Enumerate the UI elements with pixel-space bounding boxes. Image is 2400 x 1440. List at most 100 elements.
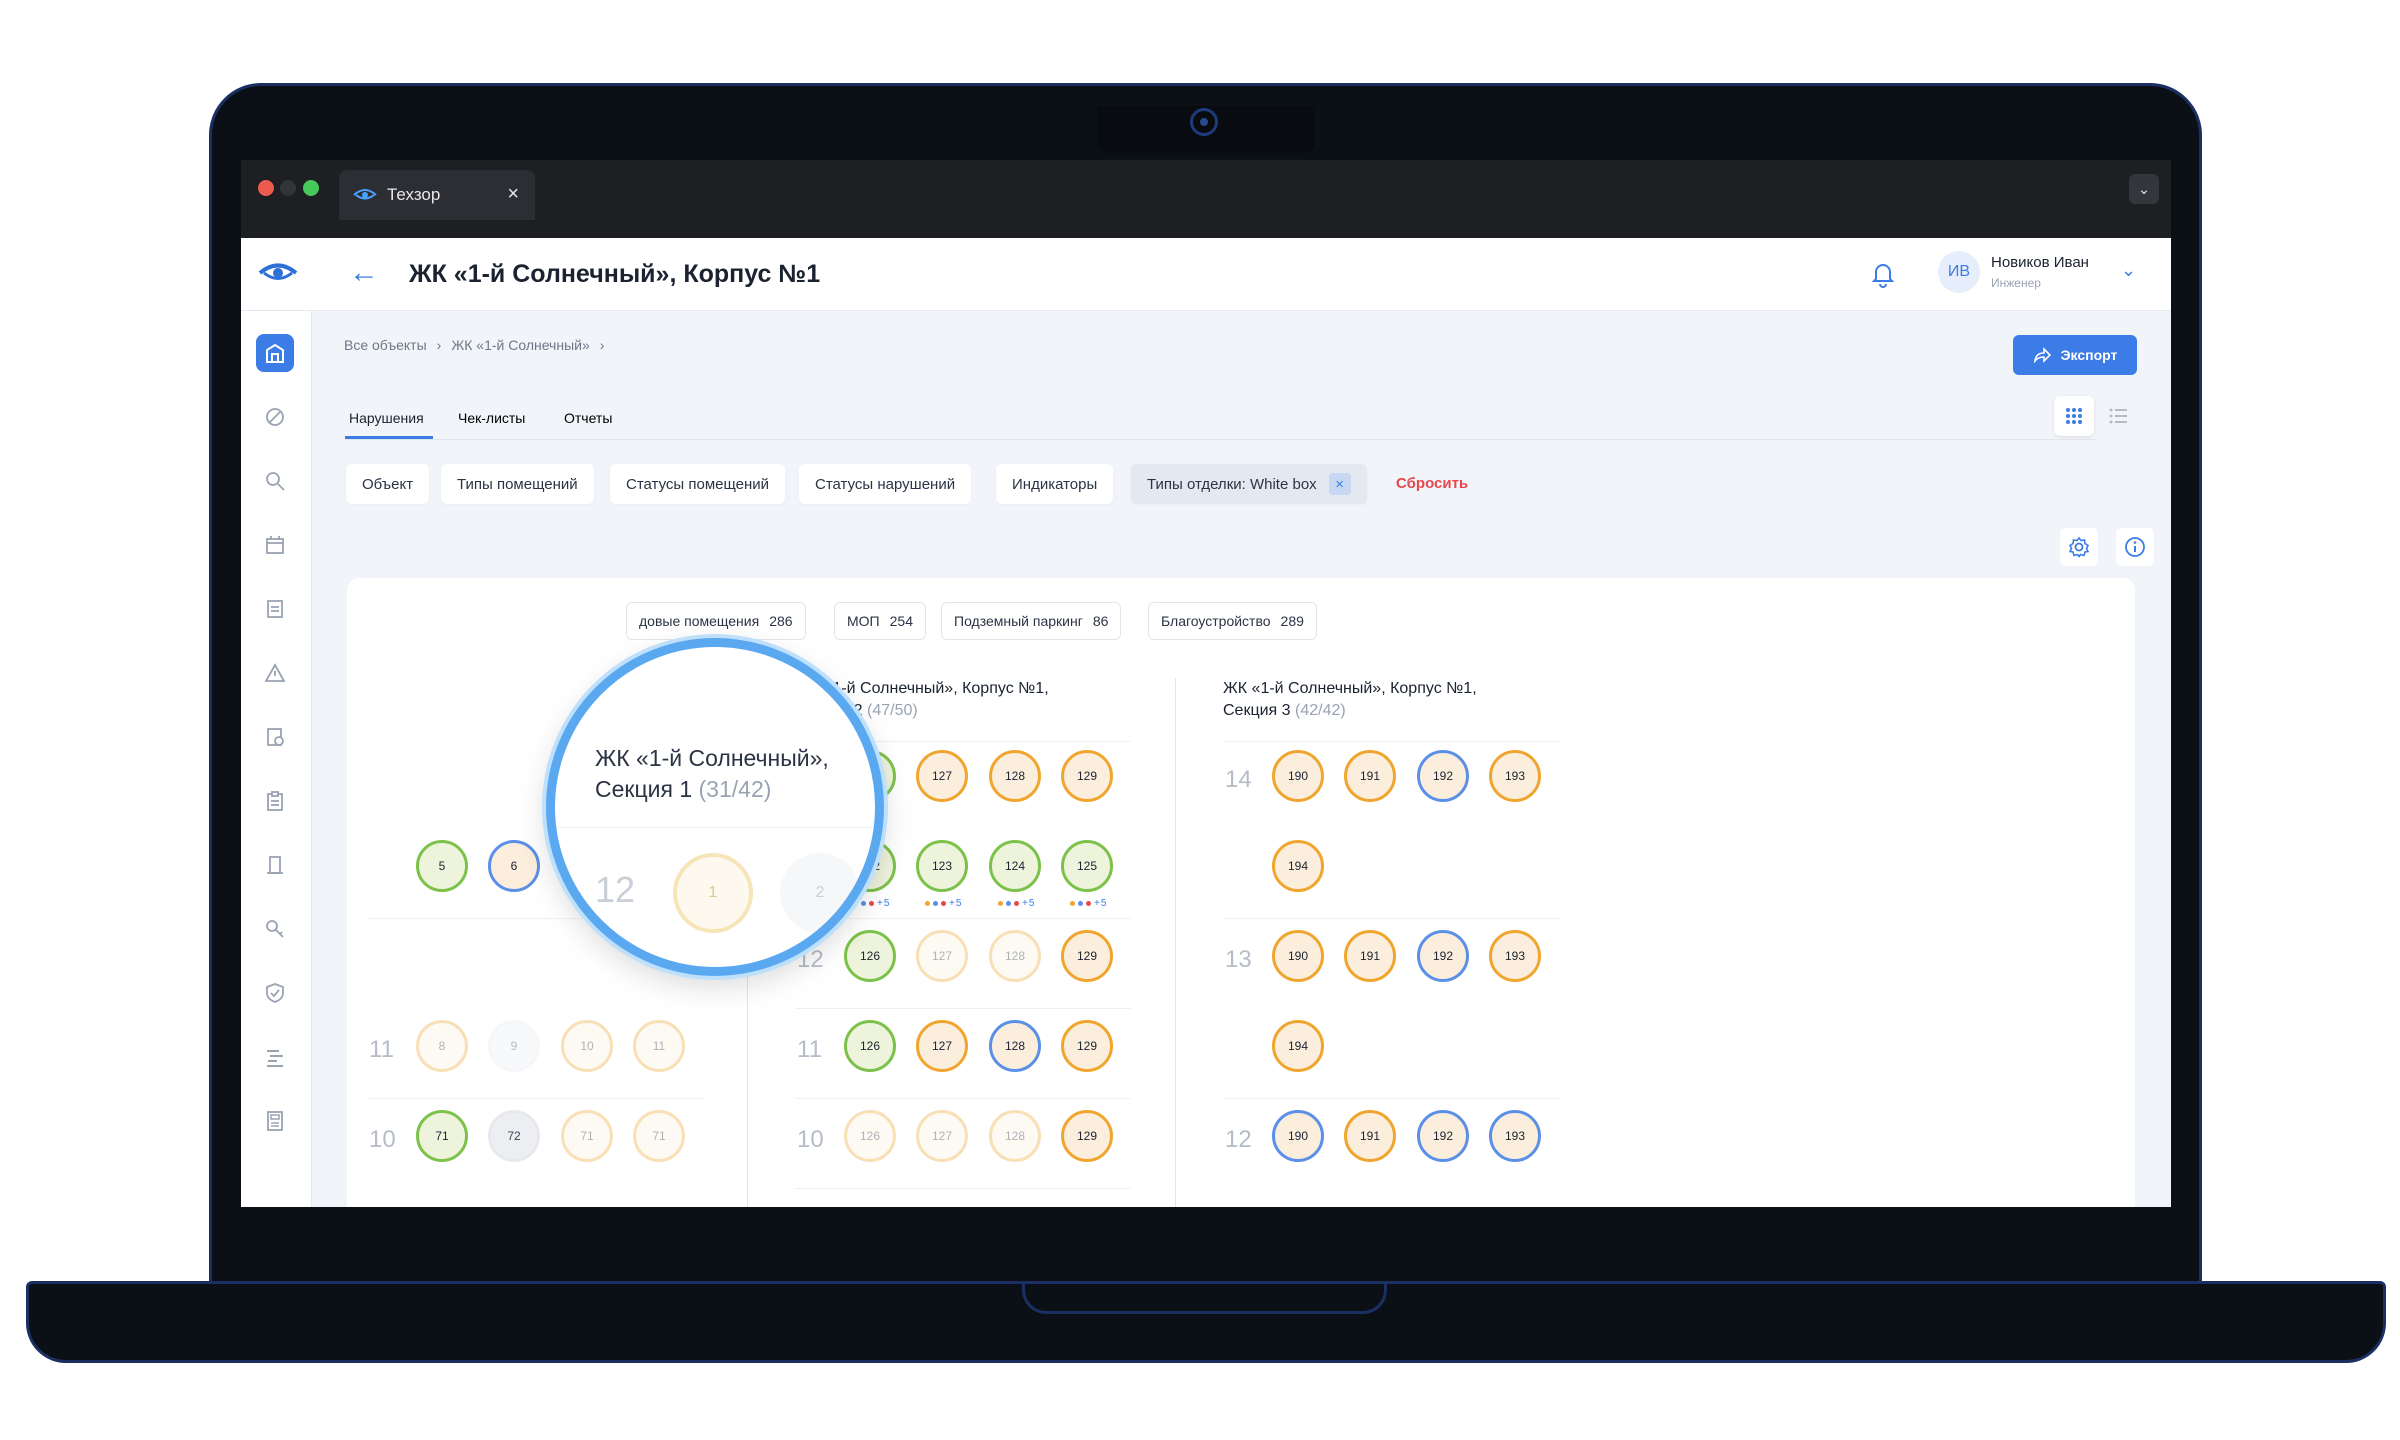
browser-tab[interactable]: Техзор × [339, 170, 535, 220]
magnified-unit-cell[interactable]: 2 [780, 853, 860, 933]
gantt-icon [267, 1050, 283, 1067]
unit-cell[interactable]: 126 [844, 930, 896, 982]
close-icon[interactable]: × [507, 183, 519, 206]
unit-cell[interactable]: 71 [416, 1110, 468, 1162]
list-view-button[interactable] [2098, 396, 2138, 436]
unit-cell[interactable]: 193 [1489, 1110, 1541, 1162]
unit-cell[interactable]: 128 [989, 930, 1041, 982]
unit-cell[interactable]: 126 [844, 1110, 896, 1162]
sidebar-item-door[interactable] [256, 846, 294, 884]
category-label: Благоустройство [1161, 613, 1271, 629]
category-landscaping[interactable]: Благоустройство 289 [1148, 602, 1317, 640]
filter-room-statuses[interactable]: Статусы помещений [610, 464, 786, 504]
unit-cell[interactable]: 129 [1061, 1020, 1113, 1072]
unit-cell[interactable]: 6 [488, 840, 540, 892]
sidebar-item-buildings[interactable] [256, 334, 294, 372]
eye-logo-icon[interactable] [258, 262, 298, 284]
sidebar-item-blocked[interactable] [256, 398, 294, 436]
chevron-down-icon[interactable]: ⌄ [2121, 260, 2136, 281]
reset-filters-link[interactable]: Сбросить [1396, 475, 1468, 492]
bell-icon[interactable] [1870, 260, 1896, 288]
document-icon [267, 600, 283, 618]
unit-cell[interactable]: 192 [1417, 1110, 1469, 1162]
sidebar-item-clipboard[interactable] [256, 782, 294, 820]
sidebar-item-gantt[interactable] [256, 1038, 294, 1076]
unit-cell[interactable]: 127 [916, 1110, 968, 1162]
unit-cell[interactable]: 11 [633, 1020, 685, 1072]
tab-checklists[interactable]: Чек-листы [458, 410, 525, 426]
magnified-unit-cell[interactable]: 1 [673, 853, 753, 933]
unit-cell[interactable]: 124 [989, 840, 1041, 892]
unit-cell[interactable]: 190 [1272, 1110, 1324, 1162]
sidebar-item-documents[interactable] [256, 590, 294, 628]
sidebar-item-security[interactable] [256, 974, 294, 1012]
filter-object[interactable]: Объект [346, 464, 430, 504]
row-divider [795, 1008, 1131, 1009]
sidebar-item-warnings[interactable] [256, 654, 294, 692]
category-label: МОП [847, 613, 880, 629]
unit-cell[interactable]: 191 [1344, 1110, 1396, 1162]
unit-cell[interactable]: 5 [416, 840, 468, 892]
filter-finish-types[interactable]: Типы отделки: White box × [1131, 464, 1367, 504]
unit-cell[interactable]: 129 [1061, 1110, 1113, 1162]
filter-indicators[interactable]: Индикаторы [996, 464, 1114, 504]
user-name[interactable]: Новиков Иван [1991, 254, 2089, 271]
avatar[interactable]: ИВ [1938, 251, 1980, 293]
magnifier-lens: ЖК «1-й Солнечный», Секция 1 (31/42) 12 … [546, 638, 884, 976]
unit-cell[interactable]: 8 [416, 1020, 468, 1072]
category-common-areas[interactable]: МОП 254 [834, 602, 926, 640]
unit-cell[interactable]: 72 [488, 1110, 540, 1162]
maximize-window-dot[interactable] [303, 180, 319, 196]
unit-cell[interactable]: 192 [1417, 930, 1469, 982]
sidebar-item-checklist[interactable] [256, 718, 294, 756]
unit-cell[interactable]: 125 [1061, 840, 1113, 892]
minimize-window-dot[interactable] [280, 180, 296, 196]
info-button[interactable] [2116, 528, 2154, 566]
remove-filter-icon[interactable]: × [1328, 473, 1351, 495]
unit-cell[interactable]: 9 [488, 1020, 540, 1072]
unit-cell[interactable]: 128 [989, 1110, 1041, 1162]
sidebar-item-calculator[interactable] [256, 1102, 294, 1140]
unit-cell[interactable]: 71 [633, 1110, 685, 1162]
eye-logo-icon [353, 189, 377, 200]
unit-cell[interactable]: 127 [916, 930, 968, 982]
tab-violations[interactable]: Нарушения [349, 410, 424, 426]
settings-button[interactable] [2060, 528, 2098, 566]
back-arrow-icon[interactable]: ← [349, 256, 379, 290]
unit-cell[interactable]: 194 [1272, 1020, 1324, 1072]
filter-violation-statuses[interactable]: Статусы нарушений [799, 464, 972, 504]
unit-cell[interactable]: 190 [1272, 930, 1324, 982]
tab-reports[interactable]: Отчеты [564, 410, 612, 426]
unit-cell[interactable]: 194 [1272, 840, 1324, 892]
breadcrumb-separator: › [436, 337, 442, 353]
unit-cell[interactable]: 191 [1344, 750, 1396, 802]
unit-cell[interactable]: 129 [1061, 750, 1113, 802]
sidebar-item-calendar[interactable] [256, 526, 294, 564]
sidebar-item-keys[interactable] [256, 910, 294, 948]
unit-cell[interactable]: 128 [989, 750, 1041, 802]
unit-cell[interactable]: 129 [1061, 930, 1113, 982]
category-parking[interactable]: Подземный паркинг 86 [941, 602, 1122, 640]
unit-cell[interactable]: 123 [916, 840, 968, 892]
sidebar-item-search[interactable] [256, 462, 294, 500]
unit-cell[interactable]: 193 [1489, 930, 1541, 982]
unit-cell[interactable]: 128 [989, 1020, 1041, 1072]
breadcrumb-item-all[interactable]: Все объекты [344, 337, 427, 353]
row-divider [795, 1098, 1131, 1099]
breadcrumb-item-complex[interactable]: ЖК «1-й Солнечный» [451, 337, 589, 353]
unit-cell[interactable]: 127 [916, 750, 968, 802]
category-residential[interactable]: довые помещения 286 [626, 602, 806, 640]
unit-cell[interactable]: 190 [1272, 750, 1324, 802]
unit-cell[interactable]: 191 [1344, 930, 1396, 982]
filter-room-types[interactable]: Типы помещений [441, 464, 594, 504]
export-button[interactable]: Экспорт [2013, 335, 2137, 375]
unit-cell[interactable]: 192 [1417, 750, 1469, 802]
unit-cell[interactable]: 126 [844, 1020, 896, 1072]
grid-view-button[interactable] [2054, 396, 2094, 436]
chevron-down-icon[interactable]: ⌄ [2129, 174, 2159, 204]
unit-cell[interactable]: 71 [561, 1110, 613, 1162]
unit-cell[interactable]: 127 [916, 1020, 968, 1072]
close-window-dot[interactable] [258, 180, 274, 196]
unit-cell[interactable]: 193 [1489, 750, 1541, 802]
unit-cell[interactable]: 10 [561, 1020, 613, 1072]
